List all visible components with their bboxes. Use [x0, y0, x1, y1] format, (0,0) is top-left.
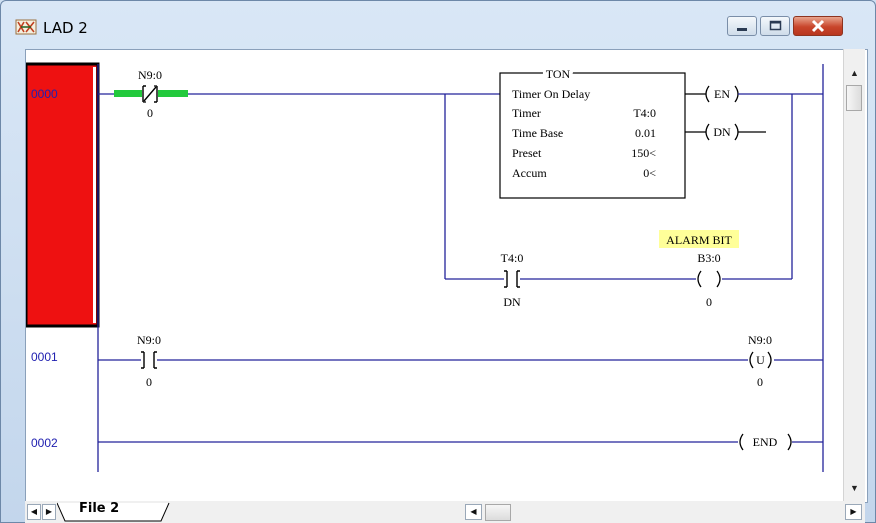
- scroll-left-button[interactable]: ◀: [465, 504, 482, 520]
- coil-type: U: [756, 353, 765, 367]
- horizontal-scroll-thumb[interactable]: [485, 504, 511, 521]
- xio-contact-n9-0[interactable]: [142, 85, 158, 103]
- end-label: END: [753, 435, 778, 449]
- energized-wire-right: [158, 90, 188, 97]
- timer-row-label: Preset: [512, 146, 542, 160]
- tab-next-button[interactable]: ▶: [42, 504, 56, 520]
- scroll-down-button[interactable]: ▼: [844, 480, 865, 497]
- rung-number-0000[interactable]: 0000: [31, 87, 58, 101]
- scroll-up-button[interactable]: ▲: [844, 65, 865, 82]
- xic-contact-t4-0-dn[interactable]: [504, 270, 520, 288]
- timer-row-value[interactable]: 0<: [643, 166, 656, 180]
- timer-description: Timer On Delay: [512, 87, 590, 101]
- energized-wire-left: [114, 90, 142, 97]
- minimize-icon: [737, 28, 747, 31]
- dn-output-icon: [705, 123, 710, 141]
- timer-output-en[interactable]: EN: [714, 87, 730, 101]
- coil-state: 0: [706, 295, 712, 309]
- timer-row-value[interactable]: 0.01: [635, 126, 656, 140]
- ladder-view[interactable]: 0000 0001 0002 N9:0 0 TON Timer On Delay…: [25, 49, 868, 503]
- rung-number-0002[interactable]: 0002: [31, 436, 58, 450]
- selection-highlight-edge: [93, 67, 96, 323]
- rung-selection-indicator[interactable]: [26, 62, 100, 328]
- contact-state: 0: [147, 106, 153, 120]
- scroll-thumb[interactable]: [846, 85, 862, 111]
- title-bar[interactable]: LAD 2: [1, 1, 875, 45]
- tab-file-2[interactable]: File 2: [79, 501, 119, 516]
- maximize-button[interactable]: [760, 16, 790, 36]
- xic-contact-n9-0[interactable]: [141, 351, 157, 369]
- timer-row-label: Time Base: [512, 126, 563, 140]
- timer-row-value[interactable]: 150<: [631, 146, 656, 160]
- timer-row-label: Timer: [512, 106, 541, 120]
- window-title: LAD 2: [43, 19, 88, 37]
- close-button[interactable]: [793, 16, 843, 36]
- ote-coil-b3-0[interactable]: [696, 270, 722, 288]
- contact-state: 0: [146, 375, 152, 389]
- branch-contact-address: T4:0: [501, 251, 524, 265]
- rung-number-0001[interactable]: 0001: [31, 350, 58, 364]
- horizontal-scrollbar[interactable]: ◀ ▶: [465, 504, 865, 521]
- vertical-scrollbar[interactable]: ▲ ▼: [843, 49, 865, 501]
- coil-address: B3:0: [697, 251, 720, 265]
- timer-row-value[interactable]: T4:0: [633, 106, 656, 120]
- maximize-icon: [769, 20, 782, 31]
- scroll-right-button[interactable]: ▶: [845, 504, 862, 520]
- contact-address: N9:0: [138, 68, 162, 82]
- en-output-icon: [705, 85, 710, 103]
- branch-contact-bit: DN: [503, 295, 521, 309]
- sheet-tab-bar: ◀ ▶ File 2 ◀ ▶: [25, 501, 865, 523]
- coil-address: N9:0: [748, 333, 772, 347]
- tab-prev-button[interactable]: ◀: [27, 504, 41, 520]
- contact-address: N9:0: [137, 333, 161, 347]
- timer-output-dn[interactable]: DN: [713, 125, 731, 139]
- ladder-app-icon: [15, 19, 37, 35]
- coil-symbol: ALARM BIT: [666, 233, 732, 247]
- timer-row-label: Accum: [512, 166, 547, 180]
- timer-header: TON: [546, 67, 571, 81]
- ladder-window: LAD 2 0000 0001 0002 N9:0 0 TON Timer On…: [0, 0, 876, 523]
- coil-state: 0: [757, 375, 763, 389]
- minimize-button[interactable]: [727, 16, 757, 36]
- close-icon: [811, 19, 825, 33]
